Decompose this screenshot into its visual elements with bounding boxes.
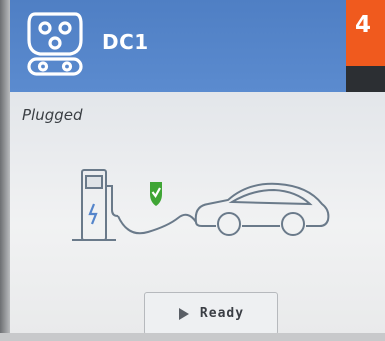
check-shield-icon (150, 182, 162, 206)
charger-screen: DC1 4 Plugged Ready (0, 0, 385, 341)
car-icon (194, 182, 330, 236)
ready-button[interactable]: Ready (144, 292, 278, 335)
badge-text: 4 (355, 12, 372, 38)
ccs-connector-icon (27, 12, 83, 76)
port-title: DC1 (102, 30, 149, 54)
badge-bar (346, 66, 385, 92)
charging-cable (117, 213, 197, 235)
screen-bezel (0, 0, 10, 341)
screen-bezel-bottom (0, 333, 385, 341)
status-text: Plugged (22, 106, 83, 124)
status-badge: 4 (346, 0, 385, 66)
play-icon (178, 307, 189, 320)
header-bar: DC1 (10, 0, 346, 92)
charging-illustration (72, 169, 330, 241)
ready-label: Ready (199, 306, 245, 321)
charger-station-icon (72, 169, 119, 241)
